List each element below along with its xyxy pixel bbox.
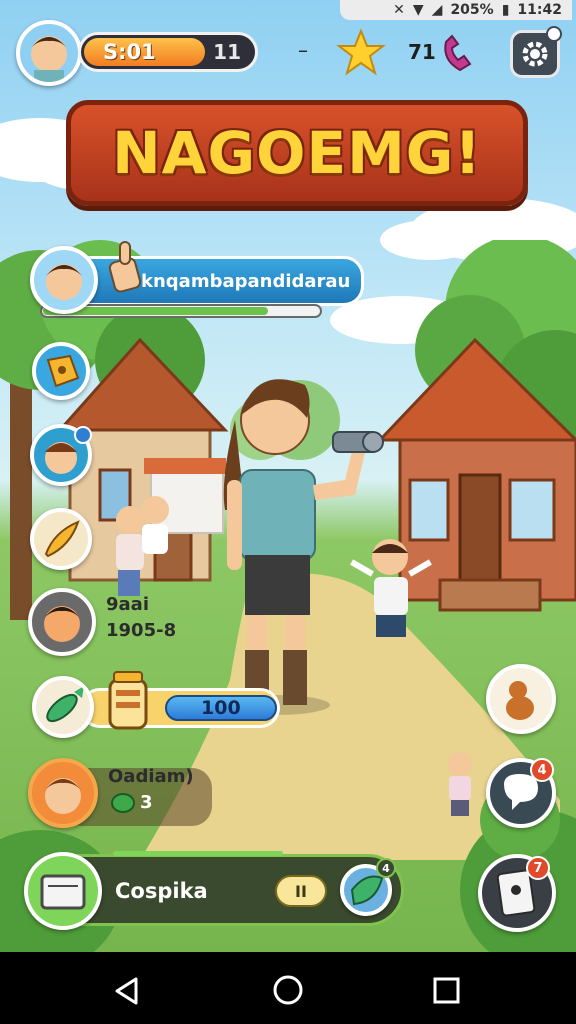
game-scene: ✕ ▼ ◢ 205% ▮ 11:42 S:01 11 – 71 NAGOEMG!… [0,0,576,952]
friend-card-name: 9aai [106,594,149,615]
energy-value: 100 [201,697,241,719]
box-icon [40,874,86,910]
battery-text: 205% [450,2,494,18]
pause-button[interactable]: II [275,875,327,907]
recent-apps-icon[interactable] [432,976,462,1006]
map-button[interactable] [32,342,90,400]
title-banner: NAGOEMG! [66,100,528,206]
system-navigation-bar [0,952,576,1024]
star-icon[interactable] [336,28,386,78]
friend-badge [74,426,92,444]
level-text: 11 [213,40,241,64]
player-card-count: 3 [140,792,153,813]
squirrel-icon [506,681,534,720]
feather-icon [44,520,80,558]
player-card-avatar[interactable] [28,758,98,828]
currency-text: 71 [408,40,436,64]
bottom-bar-progress [113,851,283,856]
player-card-name: Oadiam) [108,766,194,787]
system-status-bar: ✕ ▼ ◢ 205% ▮ 11:42 [340,0,572,20]
home-icon[interactable] [272,974,304,1006]
inventory-shortcut[interactable] [24,852,102,930]
boy-face-icon [45,778,81,814]
npc-kids-left[interactable] [100,490,180,600]
back-icon[interactable] [112,976,142,1006]
game-title: NAGOEMG! [112,119,482,187]
boy-face-icon [46,264,82,300]
bluetooth-icon: ✕ [393,2,405,18]
npc-kid-small[interactable] [440,750,480,820]
clock-text: 11:42 [517,2,562,18]
fish-button[interactable] [32,676,94,738]
header-separator: – [298,38,308,62]
bottom-bar-label: Cospika [115,879,208,903]
level-badge: 4 [376,858,396,878]
trophy-button[interactable] [486,664,556,734]
score-text: S:01 [103,40,156,64]
phone-icon[interactable] [440,34,476,74]
player-avatar[interactable] [16,20,82,86]
boy-face-icon [31,36,67,82]
friend-card-id: 1905-8 [106,620,177,641]
friend-card-avatar[interactable] [28,588,96,656]
jar-icon [108,671,148,730]
boy-face-icon [44,606,80,642]
item-button[interactable] [30,508,92,570]
xp-bar: S:01 11 [78,32,258,72]
settings-badge [546,26,562,42]
chat-badge: 4 [530,758,554,782]
gear-icon [522,41,548,67]
wifi-icon: ▼ [412,2,424,18]
quest-avatar[interactable] [30,246,98,314]
leaf-icon [111,793,135,813]
tag-icon [46,354,80,388]
signal-icon: ◢ [431,2,443,18]
battery-icon: ▮ [501,2,510,18]
inventory-badge: 7 [526,856,550,880]
hand-icon [108,241,142,293]
fish-icon [46,686,84,723]
quest-name: knqambapandidarau [141,271,351,292]
npc-kid-right[interactable] [350,535,440,655]
